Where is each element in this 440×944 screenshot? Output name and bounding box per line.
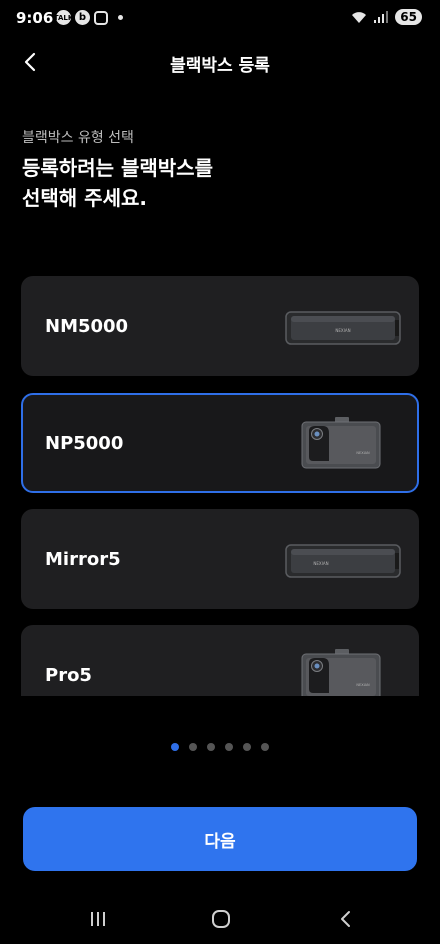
brand-logo: NEXIAN [356,683,370,687]
more-notifications-dot [118,15,123,20]
brand-logo: NEXIAN [313,561,328,566]
page-dot[interactable] [207,743,215,751]
instagram-icon [94,10,108,25]
page-dot[interactable] [225,743,233,751]
home-icon [212,910,230,928]
status-bar: 9:06 TALK b 65 [0,0,440,36]
page-indicator [0,743,440,751]
status-time: 9:06 [16,9,54,27]
wifi-icon [352,12,367,23]
system-nav-bar [0,894,440,944]
page-dot[interactable] [261,743,269,751]
mirror-dashcam-image: NEXIAN [285,544,401,578]
section-subtitle: 블랙박스 유형 선택 [22,130,134,146]
page-dot[interactable] [243,743,251,751]
device-label: Mirror5 [45,549,121,570]
brand-logo: NEXIAN [356,451,370,455]
recent-apps-icon [91,912,105,926]
device-label: NP5000 [45,433,124,454]
device-label: Pro5 [45,665,92,686]
page-dot[interactable] [171,743,179,751]
device-list[interactable]: NM5000 NEXIAN NP5000 NEXIAN Mirror5 NEXI… [20,276,420,696]
app-header: 블랙박스 등록 [0,40,440,84]
mirror-dashcam-image: NEXIAN [285,311,401,345]
system-icons: 65 [351,9,422,25]
back-arrow-icon [341,911,350,927]
b-icon: b [75,10,90,25]
headline: 등록하려는 블랙박스를 선택해 주세요. [22,153,213,213]
brand-logo: NEXIAN [335,328,350,333]
device-card-pro5[interactable]: Pro5 NEXIAN [21,625,419,696]
dashcam-image: NEXIAN [301,417,381,469]
device-card-nm5000[interactable]: NM5000 NEXIAN [21,276,419,376]
device-label: NM5000 [45,316,129,337]
headline-line-1: 등록하려는 블랙박스를 [22,156,213,180]
page-title: 블랙박스 등록 [170,56,270,76]
headline-line-2: 선택해 주세요. [22,186,147,210]
notification-icons: TALK b [54,10,123,25]
device-card-np5000[interactable]: NP5000 NEXIAN [21,393,419,493]
dashcam-image: NEXIAN [301,649,381,696]
battery-indicator: 65 [395,9,422,25]
device-card-mirror5[interactable]: Mirror5 NEXIAN [21,509,419,609]
home-button[interactable] [206,906,236,932]
talk-icon: TALK [54,10,73,25]
page-dot[interactable] [189,743,197,751]
system-back-button[interactable] [330,906,360,932]
recent-apps-button[interactable] [83,906,113,932]
next-button[interactable]: 다음 [23,807,417,871]
signal-icon [374,11,389,23]
